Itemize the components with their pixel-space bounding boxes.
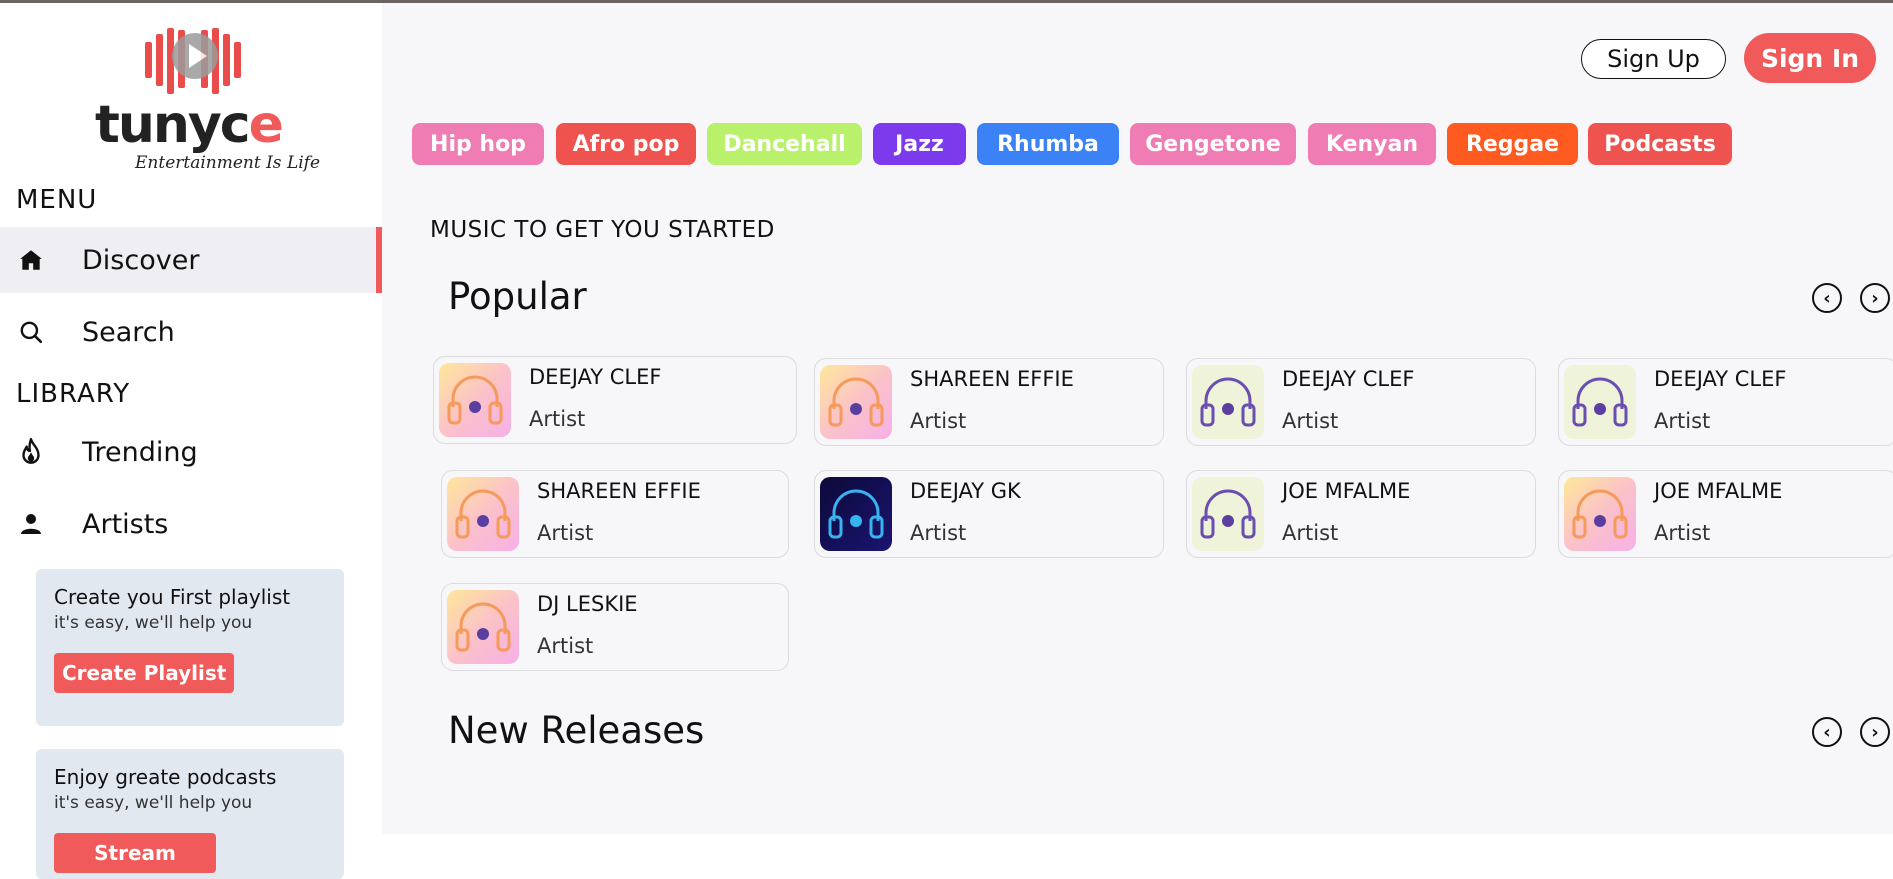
genre-chip-hip-hop[interactable]: Hip hop (412, 123, 544, 165)
artist-name: SHAREEN EFFIE (537, 479, 701, 503)
library-heading: LIBRARY (16, 379, 131, 409)
headphones-icon (1564, 365, 1636, 439)
headphones-icon (820, 365, 892, 439)
genre-chip-rhumba[interactable]: Rhumba (977, 123, 1119, 165)
new-releases-next-button[interactable]: › (1860, 717, 1890, 747)
artist-role: Artist (910, 521, 967, 545)
logo[interactable]: tunyce Entertainment Is Life (95, 25, 320, 180)
home-icon (16, 245, 46, 275)
genre-chip-reggae[interactable]: Reggae (1447, 123, 1578, 165)
artist-role: Artist (537, 634, 594, 658)
create-playlist-button[interactable]: Create Playlist (54, 653, 235, 693)
sidebar-item-label: Search (82, 316, 175, 348)
new-releases-heading: New Releases (448, 709, 705, 752)
promo-subtitle: it's easy, we'll help you (54, 793, 253, 813)
artist-name: JOE MFALME (1282, 479, 1411, 503)
popular-next-button[interactable]: › (1860, 283, 1890, 313)
genre-chip-kenyan[interactable]: Kenyan (1308, 123, 1436, 165)
logo-wordmark: tunyce (95, 95, 284, 155)
headphones-icon (447, 477, 519, 551)
artist-card[interactable]: DJ LESKIE Artist (441, 583, 789, 671)
headphones-icon (1564, 477, 1636, 551)
logo-soundwave (145, 25, 241, 100)
artist-card[interactable]: DEEJAY CLEF Artist (433, 356, 797, 444)
headphones-icon (439, 363, 511, 437)
sidebar-item-discover[interactable]: Discover (0, 227, 382, 293)
search-icon (16, 317, 46, 347)
artist-role: Artist (1282, 521, 1339, 545)
stream-button[interactable]: Stream (54, 833, 216, 873)
genre-chip-gengetone[interactable]: Gengetone (1130, 123, 1296, 165)
sidebar-item-search[interactable]: Search (0, 299, 382, 365)
artist-role: Artist (1282, 409, 1339, 433)
sidebar-item-artists[interactable]: Artists (0, 491, 382, 557)
genre-chip-afro-pop[interactable]: Afro pop (556, 123, 696, 165)
main-content: Sign Up Sign In Hip hop Afro pop Danceha… (382, 3, 1893, 834)
sidebar-item-trending[interactable]: Trending (0, 419, 382, 485)
artist-role: Artist (1654, 409, 1711, 433)
sidebar-item-label: Trending (82, 436, 198, 468)
chevron-left-icon: ‹ (1823, 287, 1831, 309)
headphones-icon (820, 477, 892, 551)
artist-role: Artist (537, 521, 594, 545)
artist-card[interactable]: SHAREEN EFFIE Artist (814, 358, 1164, 446)
popular-prev-button[interactable]: ‹ (1812, 283, 1842, 313)
chevron-left-icon: ‹ (1823, 721, 1831, 743)
headphones-icon (1192, 477, 1264, 551)
chevron-right-icon: › (1871, 287, 1879, 309)
logo-tagline: Entertainment Is Life (135, 153, 321, 173)
genre-chip-dancehall[interactable]: Dancehall (707, 123, 862, 165)
artist-card[interactable]: DEEJAY CLEF Artist (1186, 358, 1536, 446)
person-icon (16, 509, 46, 539)
headphones-icon (1192, 365, 1264, 439)
artist-name: SHAREEN EFFIE (910, 367, 1074, 391)
artist-card[interactable]: JOE MFALME Artist (1558, 470, 1893, 558)
sidebar: tunyce Entertainment Is Life MENU Discov… (0, 3, 382, 879)
artist-card[interactable]: DEEJAY GK Artist (814, 470, 1164, 558)
headphones-icon (447, 590, 519, 664)
genre-chip-podcasts[interactable]: Podcasts (1588, 123, 1732, 165)
fire-icon (16, 437, 46, 467)
artist-card[interactable]: DEEJAY CLEF Artist (1558, 358, 1893, 446)
artist-card[interactable]: JOE MFALME Artist (1186, 470, 1536, 558)
sidebar-item-label: Artists (82, 508, 169, 540)
promo-title: Create you First playlist (54, 585, 291, 609)
artist-role: Artist (529, 407, 586, 431)
promo-subtitle: it's easy, we'll help you (54, 613, 253, 633)
sidebar-item-label: Discover (82, 244, 200, 276)
promo-title: Enjoy greate podcasts (54, 765, 277, 789)
promo-card-podcasts: Enjoy greate podcasts it's easy, we'll h… (36, 749, 344, 879)
chevron-right-icon: › (1871, 721, 1879, 743)
section-intro: MUSIC TO GET YOU STARTED (430, 217, 775, 243)
promo-card-playlist: Create you First playlist it's easy, we'… (36, 569, 344, 726)
artist-card[interactable]: SHAREEN EFFIE Artist (441, 470, 789, 558)
sign-in-button[interactable]: Sign In (1744, 33, 1876, 83)
artist-name: JOE MFALME (1654, 479, 1783, 503)
popular-heading: Popular (448, 275, 587, 318)
artist-role: Artist (1654, 521, 1711, 545)
artist-name: DEEJAY CLEF (529, 365, 662, 389)
play-icon (172, 33, 218, 79)
artist-name: DJ LESKIE (537, 592, 638, 616)
sign-up-button[interactable]: Sign Up (1581, 39, 1726, 79)
menu-heading: MENU (16, 185, 98, 215)
artist-role: Artist (910, 409, 967, 433)
artist-name: DEEJAY CLEF (1282, 367, 1415, 391)
genre-chip-jazz[interactable]: Jazz (873, 123, 966, 165)
new-releases-prev-button[interactable]: ‹ (1812, 717, 1842, 747)
artist-name: DEEJAY CLEF (1654, 367, 1787, 391)
artist-name: DEEJAY GK (910, 479, 1021, 503)
